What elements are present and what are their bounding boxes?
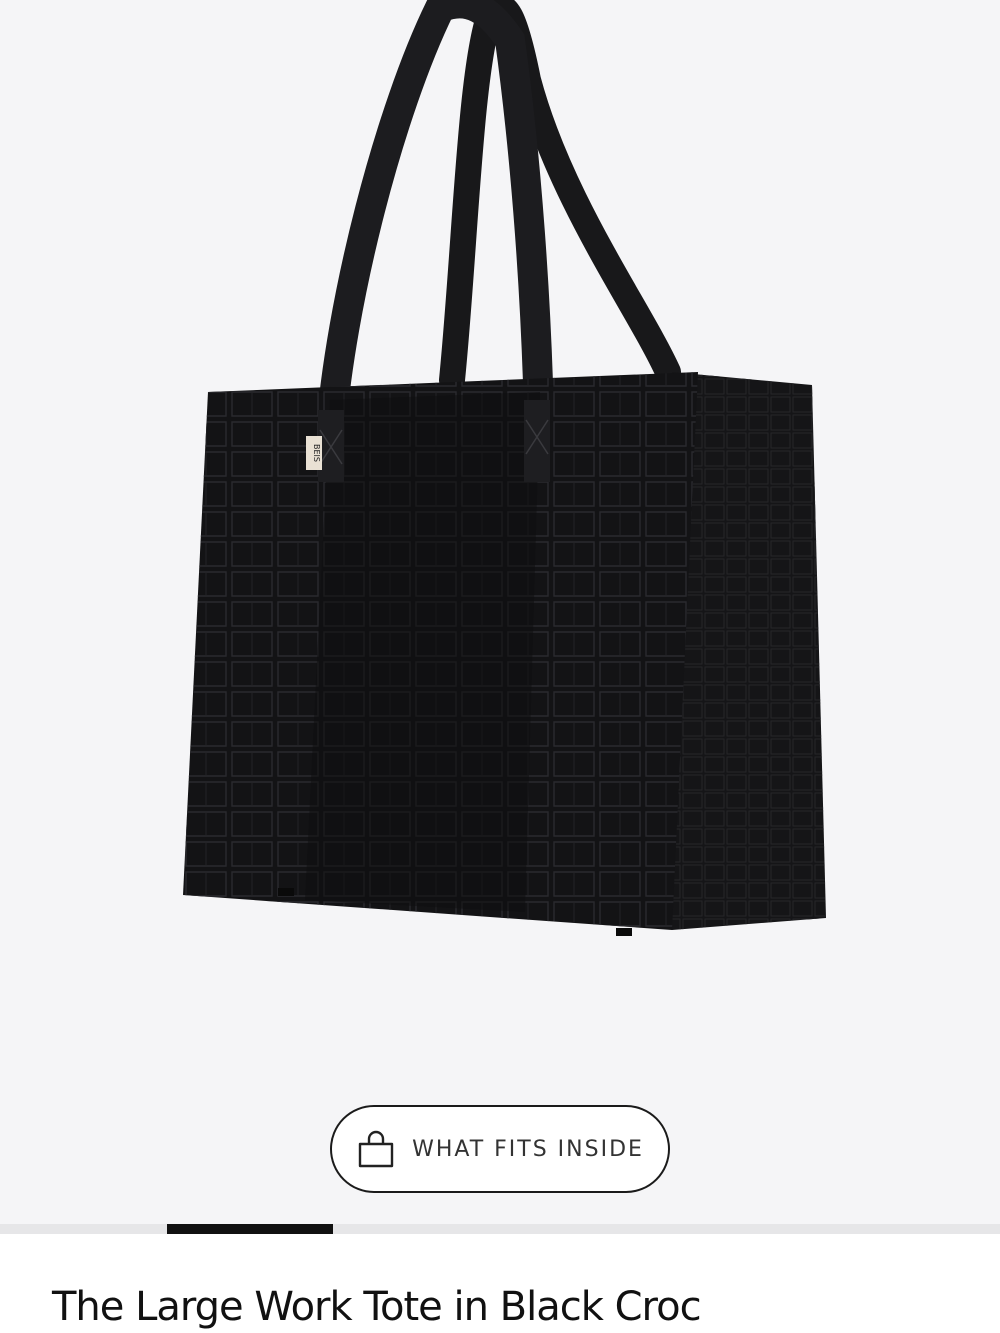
gallery-progress-track — [0, 1224, 1000, 1234]
product-image: BEIS — [183, 0, 826, 936]
product-title: The Large Work Tote in Black Croc — [52, 1284, 702, 1330]
gallery-progress-indicator — [166, 1224, 334, 1234]
product-gallery[interactable]: BEIS WHAT FITS INSIDE — [0, 0, 1000, 1224]
product-page: BEIS WHAT FITS INSIDE The Large Work Tot… — [0, 0, 1000, 1333]
what-fits-inside-button[interactable]: WHAT FITS INSIDE — [330, 1105, 670, 1193]
what-fits-inside-label: WHAT FITS INSIDE — [412, 1136, 644, 1162]
shopping-bag-icon — [358, 1130, 394, 1168]
logo-text: BEIS — [312, 444, 321, 462]
